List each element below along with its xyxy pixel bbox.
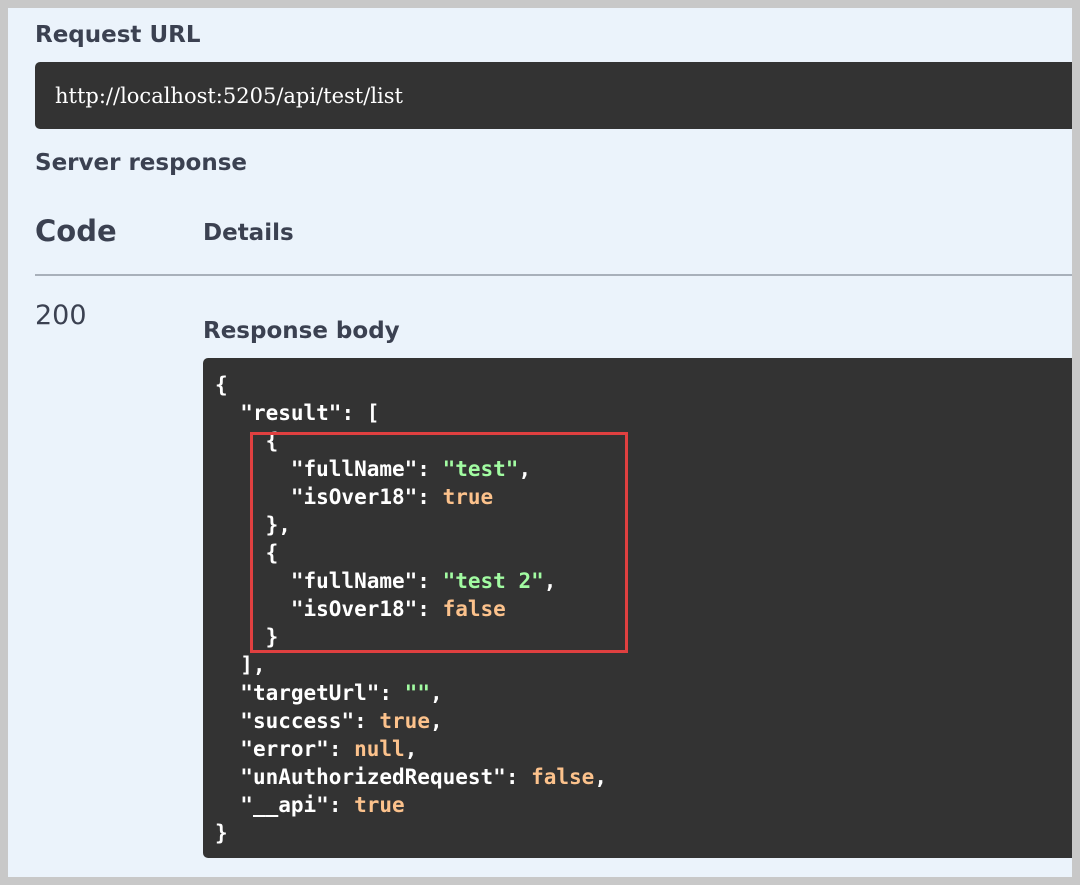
json-token-punc: : — [505, 765, 532, 789]
json-line: "unAuthorizedRequest": false, — [215, 765, 607, 789]
json-line: { — [215, 373, 228, 397]
json-token-punc: , — [429, 681, 443, 705]
json-token-lit: true — [379, 709, 430, 733]
json-token-punc: } — [215, 821, 228, 845]
json-token-punc: { — [215, 373, 228, 397]
json-token-punc — [215, 401, 240, 425]
request-url-text[interactable]: http://localhost:5205/api/test/list — [55, 84, 403, 108]
json-token-punc — [215, 737, 240, 761]
json-token-punc: : — [328, 737, 355, 761]
json-line: "success": true, — [215, 709, 443, 733]
json-token-str: "" — [404, 681, 430, 705]
json-token-punc: , — [429, 709, 443, 733]
json-token-punc — [215, 485, 291, 509]
json-token-punc: : [ — [341, 401, 380, 425]
json-token-key: "error" — [240, 737, 329, 761]
json-token-punc: : — [417, 569, 443, 593]
table-header-divider — [35, 274, 1072, 276]
json-line: } — [215, 625, 279, 649]
json-token-lit: false — [442, 597, 506, 621]
json-token-punc: }, — [215, 513, 291, 537]
json-token-punc — [215, 457, 291, 481]
json-token-key: "success" — [240, 709, 355, 733]
json-token-key: "isOver18" — [290, 485, 418, 509]
json-token-punc: : — [417, 597, 443, 621]
json-line: { — [215, 541, 279, 565]
json-token-punc: , — [518, 457, 532, 481]
json-token-punc: { — [215, 429, 279, 453]
json-token-punc: , — [543, 569, 557, 593]
json-token-punc: } — [215, 625, 279, 649]
json-line: "targetUrl": "", — [215, 681, 443, 705]
json-token-punc: : — [379, 681, 405, 705]
json-token-lit: false — [531, 765, 595, 789]
json-token-lit: true — [442, 485, 494, 509]
json-token-punc: , — [404, 737, 418, 761]
json-token-key: "unAuthorizedRequest" — [240, 765, 506, 789]
json-token-str: "test 2" — [442, 569, 544, 593]
json-token-punc: : — [354, 709, 380, 733]
json-line: "isOver18": true — [215, 485, 493, 509]
code-column-header: Code — [35, 214, 117, 248]
json-token-key: "__api" — [240, 793, 329, 817]
json-token-punc — [215, 569, 291, 593]
json-token-key: "fullName" — [290, 569, 418, 593]
json-token-punc — [215, 793, 240, 817]
json-token-punc: : — [417, 457, 443, 481]
json-token-punc — [215, 597, 291, 621]
json-token-key: "targetUrl" — [240, 681, 380, 705]
json-token-punc: : — [417, 485, 443, 509]
json-line: { — [215, 429, 279, 453]
json-line: "fullName": "test", — [215, 457, 531, 481]
json-token-lit: true — [354, 793, 405, 817]
server-response-heading: Server response — [35, 150, 248, 176]
response-panel: Request URL http://localhost:5205/api/te… — [8, 8, 1072, 877]
json-token-key: "fullName" — [290, 457, 418, 481]
response-status-code: 200 — [35, 300, 87, 331]
json-token-punc: { — [215, 541, 279, 565]
json-line: }, — [215, 513, 291, 537]
json-token-lit: null — [354, 737, 405, 761]
json-line: "result": [ — [215, 401, 379, 425]
response-body-box[interactable]: { "result": [ { "fullName": "test", "isO… — [203, 358, 1072, 858]
json-token-punc: : — [328, 793, 355, 817]
json-token-punc — [215, 681, 240, 705]
json-token-punc: ], — [215, 653, 266, 677]
response-body-heading: Response body — [203, 318, 400, 344]
json-line: "__api": true — [215, 793, 405, 817]
json-token-punc — [215, 765, 240, 789]
json-line: "error": null, — [215, 737, 417, 761]
request-url-box[interactable]: http://localhost:5205/api/test/list — [35, 62, 1072, 129]
json-line: "fullName": "test 2", — [215, 569, 557, 593]
json-line: "isOver18": false — [215, 597, 506, 621]
json-line: ], — [215, 653, 266, 677]
details-column-header: Details — [203, 220, 294, 246]
response-body-json[interactable]: { "result": [ { "fullName": "test", "isO… — [215, 371, 607, 847]
json-token-key: "isOver18" — [290, 597, 418, 621]
json-line: } — [215, 821, 228, 845]
json-token-str: "test" — [442, 457, 519, 481]
json-token-punc — [215, 709, 240, 733]
json-token-key: "result" — [240, 401, 342, 425]
request-url-heading: Request URL — [35, 22, 201, 48]
json-token-punc: , — [594, 765, 607, 789]
